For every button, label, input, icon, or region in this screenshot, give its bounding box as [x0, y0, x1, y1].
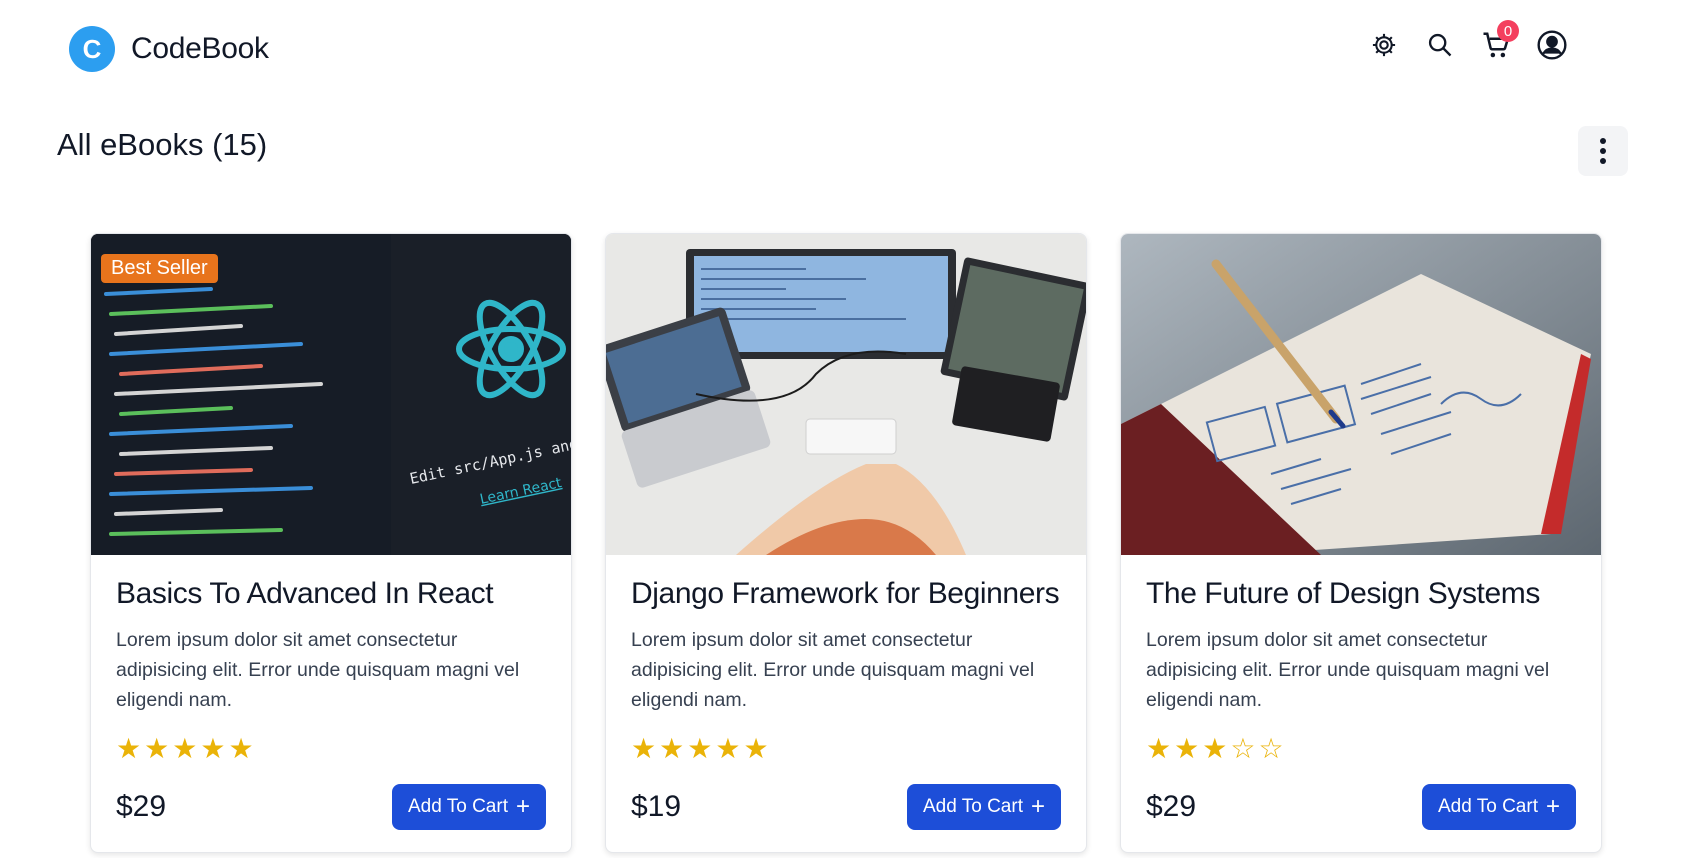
product-image[interactable]	[1121, 234, 1601, 555]
brand-link[interactable]: C CodeBook	[69, 26, 269, 72]
page-title: All eBooks (15)	[57, 127, 268, 162]
product-price: $19	[631, 790, 682, 823]
product-card: The Future of Design Systems Lorem ipsum…	[1120, 233, 1602, 853]
star-filled-icon: ★	[743, 733, 769, 764]
product-card: Edit src/App.js and save Learn React Bes…	[90, 233, 572, 853]
star-filled-icon: ★	[1146, 733, 1172, 764]
star-empty-icon: ☆	[1258, 733, 1284, 764]
plus-icon: +	[1545, 793, 1560, 820]
plus-icon: +	[515, 793, 530, 820]
filter-menu-button[interactable]	[1578, 126, 1628, 176]
product-image[interactable]	[606, 234, 1086, 555]
star-filled-icon: ★	[1174, 733, 1200, 764]
product-title[interactable]: Django Framework for Beginners	[631, 577, 1061, 611]
brand-logo: C	[69, 26, 115, 72]
add-to-cart-button[interactable]: Add To Cart +	[392, 784, 546, 830]
more-vertical-icon	[1600, 138, 1606, 164]
star-empty-icon: ☆	[1230, 733, 1256, 764]
top-navbar: C CodeBook 0	[0, 0, 1681, 92]
star-filled-icon: ★	[631, 733, 657, 764]
rating-stars: ★ ★ ★ ★ ★	[116, 735, 546, 763]
brand-name: CodeBook	[131, 32, 269, 65]
gear-icon[interactable]	[1367, 28, 1401, 62]
product-description: Lorem ipsum dolor sit amet consectetur a…	[116, 629, 520, 711]
product-image[interactable]: Edit src/App.js and save Learn React Bes…	[91, 234, 571, 555]
add-to-cart-label: Add To Cart	[408, 796, 508, 817]
star-filled-icon: ★	[687, 733, 713, 764]
best-seller-badge: Best Seller	[101, 254, 218, 283]
product-card: Django Framework for Beginners Lorem ips…	[605, 233, 1087, 853]
star-filled-icon: ★	[659, 733, 685, 764]
star-filled-icon: ★	[144, 733, 170, 764]
product-grid: Edit src/App.js and save Learn React Bes…	[90, 233, 1602, 853]
plus-icon: +	[1030, 793, 1045, 820]
product-title[interactable]: Basics To Advanced In React	[116, 577, 546, 611]
product-title[interactable]: The Future of Design Systems	[1146, 577, 1576, 611]
add-to-cart-button[interactable]: Add To Cart +	[907, 784, 1061, 830]
product-price: $29	[116, 790, 167, 823]
star-filled-icon: ★	[200, 733, 226, 764]
search-icon[interactable]	[1423, 28, 1457, 62]
product-price: $29	[1146, 790, 1197, 823]
product-description: Lorem ipsum dolor sit amet consectetur a…	[1146, 629, 1550, 711]
add-to-cart-button[interactable]: Add To Cart +	[1422, 784, 1576, 830]
star-filled-icon: ★	[1202, 733, 1228, 764]
user-icon[interactable]	[1535, 28, 1569, 62]
add-to-cart-label: Add To Cart	[923, 796, 1023, 817]
rating-stars: ★ ★ ★ ★ ★	[631, 735, 1061, 763]
add-to-cart-label: Add To Cart	[1438, 796, 1538, 817]
star-filled-icon: ★	[116, 733, 142, 764]
star-filled-icon: ★	[228, 733, 254, 764]
rating-stars: ★ ★ ★ ☆ ☆	[1146, 735, 1576, 763]
header-actions: 0	[1367, 20, 1569, 62]
star-filled-icon: ★	[172, 733, 198, 764]
cart-count-badge: 0	[1497, 20, 1519, 42]
product-description: Lorem ipsum dolor sit amet consectetur a…	[631, 629, 1035, 711]
star-filled-icon: ★	[715, 733, 741, 764]
cart-icon[interactable]: 0	[1479, 20, 1519, 62]
